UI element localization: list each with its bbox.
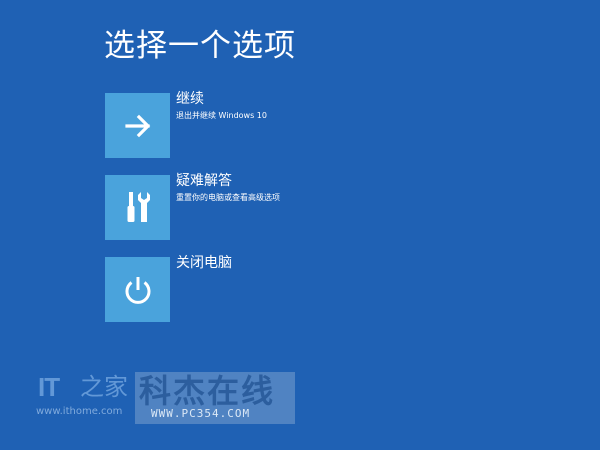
tools-icon: [127, 191, 150, 222]
ithome-watermark: IT 之家 www.ithome.com: [36, 372, 128, 424]
continue-option[interactable]: 继续 退出并继续 Windows 10: [105, 91, 405, 159]
power-icon: [125, 276, 150, 304]
pc354-title: 科杰在线: [139, 372, 276, 410]
shutdown-label: 关闭电脑: [176, 255, 232, 271]
shutdown-tile[interactable]: [105, 257, 170, 322]
ithome-url: www.ithome.com: [36, 406, 123, 417]
troubleshoot-tile[interactable]: [105, 175, 170, 240]
ithome-logo-it: IT: [38, 372, 60, 402]
arrow-right-icon: [124, 114, 150, 137]
ithome-logo-zh: 之家: [80, 373, 128, 401]
continue-description: 退出并继续 Windows 10: [176, 111, 267, 120]
pc354-watermark: 科杰在线 WWW.PC354.COM: [135, 372, 295, 424]
troubleshoot-description: 重置你的电脑或查看高级选项: [176, 193, 280, 202]
continue-tile[interactable]: [105, 93, 170, 158]
shutdown-option[interactable]: 关闭电脑: [105, 255, 405, 323]
troubleshoot-option[interactable]: 疑难解答 重置你的电脑或查看高级选项: [105, 173, 405, 241]
continue-label: 继续: [176, 91, 204, 107]
pc354-url: WWW.PC354.COM: [151, 407, 251, 420]
page-title: 选择一个选项: [104, 28, 296, 64]
troubleshoot-label: 疑难解答: [176, 173, 232, 189]
